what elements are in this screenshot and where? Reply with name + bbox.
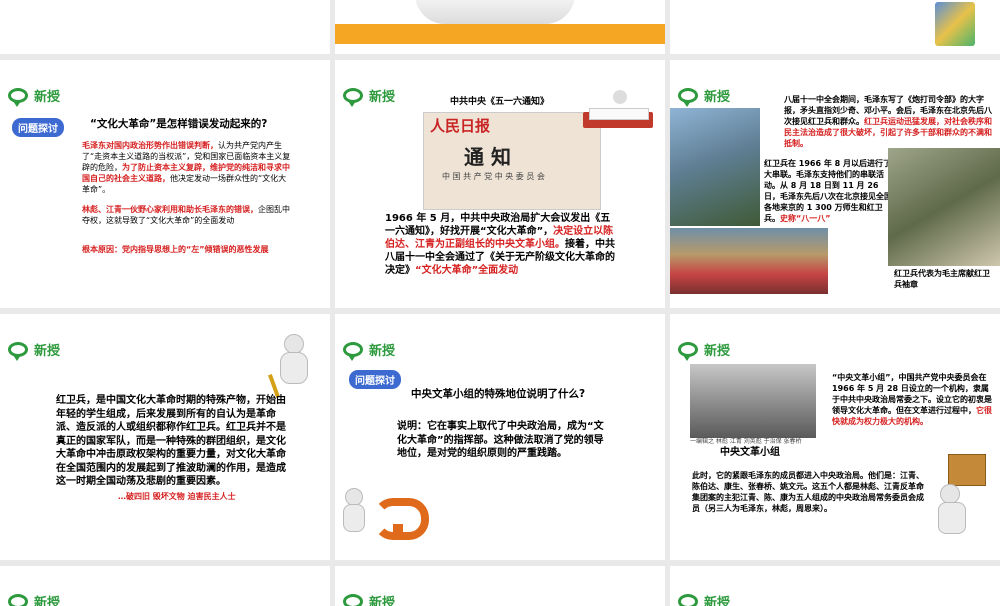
orange-banner-image [335, 24, 665, 44]
members-paragraph: 此时，它的紧跟毛泽东的成员都进入中央政治局。他们是：江青、陈伯达、康生、张春桥、… [692, 470, 930, 514]
section-tag: 新授 [8, 338, 60, 360]
speech-bubble-icon [8, 88, 28, 103]
photo-caption: 红卫兵代表为毛主席献红卫兵袖章 [894, 268, 994, 290]
group-photo-image [690, 364, 816, 438]
tiananmen-crowd-image [670, 228, 828, 294]
slide-thumbnail-1[interactable] [0, 0, 330, 54]
committee-paragraph: “中央文革小组”，中国共产党中央委员会在 1966 年 5 月 28 日设立的一… [832, 372, 992, 427]
speech-bubble-icon [8, 342, 28, 357]
book-figure-image [583, 90, 653, 134]
question-text: 中央文革小组的特殊地位说明了什么? [411, 388, 585, 401]
red-guard-paragraph: 红卫兵，是中国文化大革命时期的特殊产物，开始由年轻的学生组成，后来发展到所有的自… [56, 394, 292, 489]
top-paragraph: 八届十一中全会期间，毛泽东写了《炮打司令部》的大字报，矛头直指刘少奇、邓小平。会… [784, 94, 992, 149]
slide-thumbnail-9[interactable]: 新授 一编辑之 林彪 江青 刘英彪 于治保 张春桥 中央文革小组 “中央文革小组… [670, 314, 1000, 560]
question-mark-figure-image [341, 482, 431, 542]
books-image [935, 2, 975, 46]
slide-title: 中共中央《五一六通知》 [450, 96, 549, 109]
slide-grid: 新授 问题探讨 “文化大革命”是怎样错误发动起来的? 毛泽东对国内政治形势作出错… [0, 0, 1000, 600]
answer-paragraph: 说明：它在事实上取代了中央政治局，成为“文化大革命”的指挥部。这种做法取消了党的… [397, 420, 611, 461]
paragraph-3: 根本原因：党内指导思想上的“左”倾错误的恶性发展 [82, 244, 292, 255]
section-tag: 新授 [678, 590, 730, 606]
slide-thumbnail-3[interactable] [670, 0, 1000, 54]
red-note: …破四旧 毁坏文物 迫害民主人士 [118, 490, 236, 503]
slide-thumbnail-10[interactable]: 新授 [0, 566, 330, 606]
newspaper-image: 人民日报 通 知 中 国 共 产 党 中 央 委 员 会 [423, 112, 601, 210]
section-tag: 新授 [343, 338, 395, 360]
slide-thumbnail-5[interactable]: 新授 中共中央《五一六通知》 人民日报 通 知 中 国 共 产 党 中 央 委 … [335, 60, 665, 308]
section-tag: 新授 [343, 84, 395, 106]
slide-thumbnail-6[interactable]: 新授 八届十一中全会期间，毛泽东写了《炮打司令部》的大字报，矛头直指刘少奇、邓小… [670, 60, 1000, 308]
question-text: “文化大革命”是怎样错误发动起来的? [90, 118, 267, 131]
section-tag: 新授 [8, 590, 60, 606]
slide-thumbnail-2[interactable] [335, 0, 665, 54]
section-tag: 新授 [678, 338, 730, 360]
question-badge: 问题探讨 [349, 370, 401, 389]
group-photo-caption: 一编辑之 林彪 江青 刘英彪 于治保 张春桥 [690, 438, 840, 446]
speech-bubble-icon [678, 342, 698, 357]
slide-thumbnail-8[interactable]: 新授 问题探讨 中央文革小组的特殊地位说明了什么? 说明：它在事实上取代了中央政… [335, 314, 665, 560]
slide-thumbnail-11[interactable]: 新授 [335, 566, 665, 606]
red-guard-armband-image [888, 148, 1000, 266]
section-tag: 新授 [343, 590, 395, 606]
thinking-figure-image [268, 334, 318, 398]
slide-thumbnail-12[interactable]: 新授 [670, 566, 1000, 606]
figure-carrying-box-image [932, 454, 994, 534]
mao-waving-image [670, 108, 760, 226]
speech-bubble-icon [343, 88, 363, 103]
question-badge: 问题探讨 [12, 118, 64, 137]
figures-image [415, 0, 575, 24]
slide-thumbnail-4[interactable]: 新授 问题探讨 “文化大革命”是怎样错误发动起来的? 毛泽东对国内政治形势作出错… [0, 60, 330, 308]
middle-paragraph: 红卫兵在 1966 年 8 月以后进行了大串联。毛泽东支持他们的串联活动。从 8… [764, 158, 894, 224]
speech-bubble-icon [343, 342, 363, 357]
speech-bubble-icon [678, 88, 698, 103]
slide-thumbnail-7[interactable]: 新授 红卫兵，是中国文化大革命时期的特殊产物，开始由年轻的学生组成，后来发展到所… [0, 314, 330, 560]
section-tag: 新授 [678, 84, 730, 106]
paragraph-2: 林彪、江青一伙野心家利用和助长毛泽东的错误，企图乱中夺权，这就导致了“文化大革命… [82, 204, 292, 226]
section-tag: 新授 [8, 84, 60, 106]
paragraph-1: 毛泽东对国内政治形势作出错误判断，认为共产党内产生了“走资本主义道路的当权派”，… [82, 140, 292, 195]
group-photo-title: 中央文革小组 [720, 446, 780, 459]
notice-paragraph: 1966 年 5 月，中共中央政治局扩大会议发出《五一六通知》，好找开展“文化大… [385, 212, 617, 277]
